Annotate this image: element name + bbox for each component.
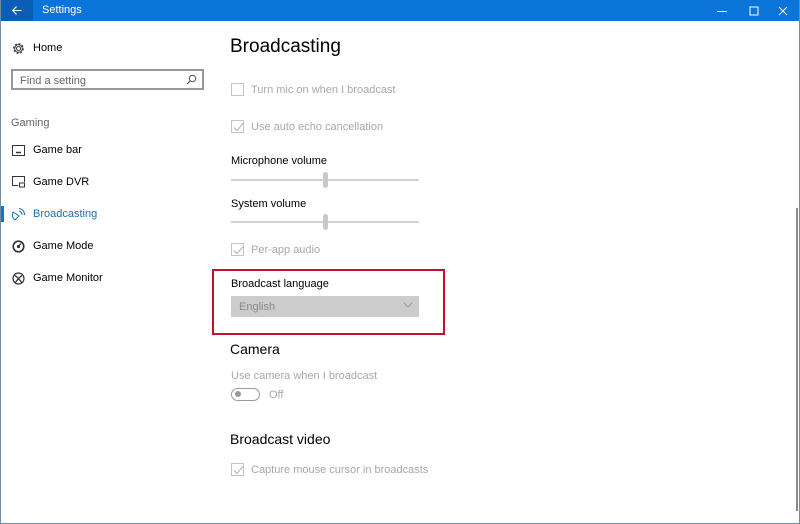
capture-cursor-label: Capture mouse cursor in broadcasts <box>251 463 429 476</box>
use-camera-label: Use camera when I broadcast <box>231 370 378 382</box>
close-button[interactable] <box>767 0 799 21</box>
checkmark-icon <box>233 466 244 475</box>
camera-toggle-state: Off <box>269 388 284 401</box>
minimize-icon <box>717 10 727 12</box>
sidebar-item-label: Game Mode <box>33 240 94 252</box>
sidebar-item-game-bar[interactable]: Game bar <box>1 139 216 161</box>
sidebar-item-game-mode[interactable]: Game Mode <box>1 235 216 257</box>
per-app-audio-label: Per-app audio <box>251 243 321 256</box>
checkmark-icon <box>233 123 244 132</box>
capture-cursor-checkbox-row[interactable]: Capture mouse cursor in broadcasts <box>231 463 428 476</box>
game-mode-icon <box>11 239 25 253</box>
title-bar: Settings <box>1 0 799 21</box>
turn-mic-checkbox-row[interactable]: Turn mic on when I broadcast <box>231 83 396 96</box>
back-button[interactable] <box>1 0 33 21</box>
sidebar-item-game-dvr[interactable]: Game DVR <box>1 171 216 193</box>
sidebar-item-game-monitor[interactable]: Game Monitor <box>1 267 216 289</box>
game-dvr-icon <box>11 175 25 189</box>
mic-volume-slider[interactable] <box>231 172 419 188</box>
sidebar-item-label: Game DVR <box>33 176 90 188</box>
game-bar-icon <box>11 143 25 157</box>
camera-toggle[interactable] <box>231 388 260 401</box>
checkmark-icon <box>233 246 244 255</box>
highlight-box <box>212 269 445 335</box>
mic-volume-label: Microphone volume <box>231 155 327 167</box>
toggle-knob <box>235 391 241 397</box>
sidebar-item-label: Game bar <box>33 144 82 156</box>
sidebar-item-home[interactable]: Home <box>1 37 216 59</box>
capture-cursor-checkbox[interactable] <box>231 463 244 476</box>
per-app-audio-checkbox[interactable] <box>231 243 244 256</box>
xbox-icon <box>11 271 25 285</box>
sidebar: Home Gaming Game bar Game DVR <box>1 21 216 523</box>
close-icon <box>778 6 788 15</box>
system-volume-slider[interactable] <box>231 214 419 230</box>
section-label-gaming: Gaming <box>11 117 50 129</box>
system-volume-label: System volume <box>231 198 307 210</box>
gear-icon <box>11 41 25 55</box>
back-arrow-icon <box>12 6 22 15</box>
active-indicator <box>1 206 4 222</box>
camera-header: Camera <box>230 341 280 357</box>
minimize-button[interactable] <box>706 0 738 21</box>
search-input[interactable] <box>13 72 178 90</box>
sidebar-item-label: Broadcasting <box>33 208 98 220</box>
broadcasting-icon <box>11 207 25 221</box>
broadcast-video-header: Broadcast video <box>230 431 331 447</box>
search-icon <box>186 74 197 85</box>
camera-toggle-row[interactable]: Off <box>231 388 283 401</box>
home-label: Home <box>33 42 63 54</box>
sidebar-item-label: Game Monitor <box>33 272 103 284</box>
maximize-button[interactable] <box>738 0 770 21</box>
echo-cancel-label: Use auto echo cancellation <box>251 120 384 133</box>
slider-thumb[interactable] <box>322 214 328 230</box>
turn-mic-checkbox[interactable] <box>231 83 244 96</box>
window-title: Settings <box>42 4 82 16</box>
turn-mic-label: Turn mic on when I broadcast <box>251 83 396 96</box>
maximize-icon <box>749 6 759 15</box>
sidebar-item-broadcasting[interactable]: Broadcasting <box>1 203 216 225</box>
vertical-scrollbar[interactable] <box>796 208 798 511</box>
echo-cancel-checkbox[interactable] <box>231 120 244 133</box>
page-title: Broadcasting <box>230 36 341 57</box>
settings-window: Settings Home Find a setting Gaming Game… <box>0 0 800 524</box>
search-box[interactable] <box>11 69 204 90</box>
per-app-audio-checkbox-row[interactable]: Per-app audio <box>231 243 320 256</box>
slider-thumb[interactable] <box>322 172 328 188</box>
echo-cancel-checkbox-row[interactable]: Use auto echo cancellation <box>231 120 383 133</box>
